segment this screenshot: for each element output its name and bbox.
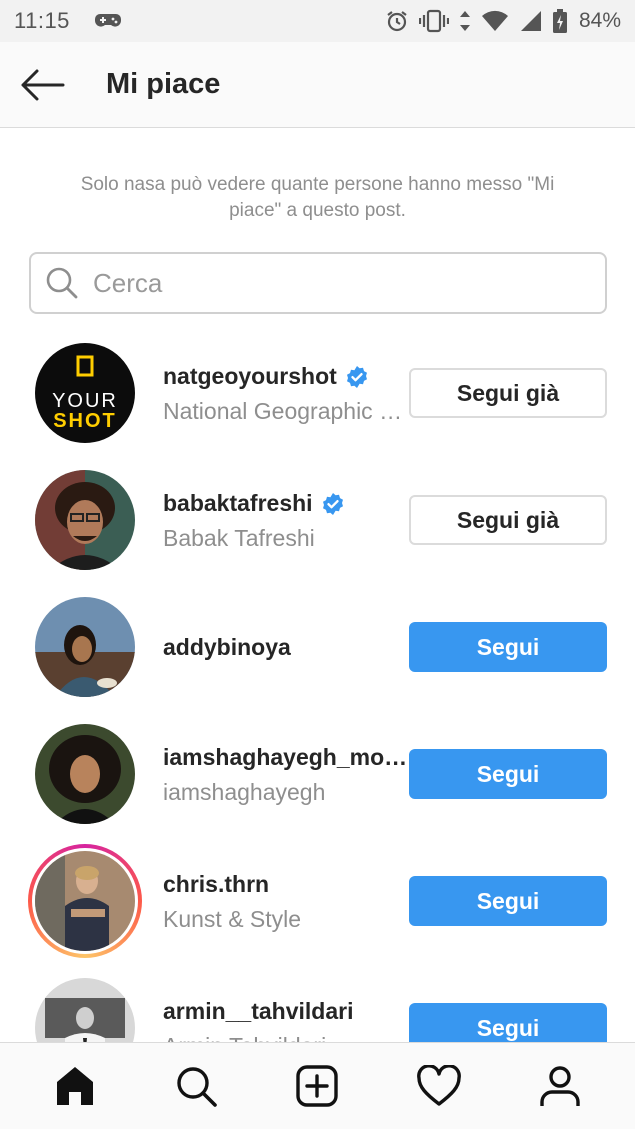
follow-button[interactable]: Segui xyxy=(409,749,607,799)
avatar[interactable] xyxy=(35,724,135,824)
add-post-icon xyxy=(296,1065,339,1107)
nav-new-post[interactable] xyxy=(277,1046,357,1126)
bottom-nav xyxy=(0,1042,635,1129)
svg-text:YOUR: YOUR xyxy=(52,390,118,412)
header: Mi piace xyxy=(0,42,635,128)
wifi-icon xyxy=(481,10,508,31)
search-input[interactable] xyxy=(93,267,573,299)
natgeo-yourshot-logo: YOUR SHOT xyxy=(35,343,135,443)
username[interactable]: addybinoya xyxy=(163,634,408,661)
battery-percent: 84% xyxy=(578,9,621,32)
likers-list: YOUR SHOT natgeoyourshot National Geogra… xyxy=(0,329,635,1042)
page-title: Mi piace xyxy=(106,68,221,100)
verified-badge-icon xyxy=(346,365,367,388)
list-item: babaktafreshi Babak Tafreshi Segui già xyxy=(0,456,635,583)
profile-photo xyxy=(35,597,135,697)
likes-privacy-notice: Solo nasa può vedere quante persone hann… xyxy=(80,174,555,221)
full-name: Kunst & Style xyxy=(163,906,302,932)
avatar[interactable] xyxy=(35,597,135,697)
full-name: National Geographic … xyxy=(163,398,403,424)
status-bar: 11:15 84% xyxy=(0,0,635,42)
follow-button[interactable]: Segui xyxy=(409,622,607,672)
nav-profile[interactable] xyxy=(520,1046,600,1126)
battery-icon xyxy=(552,9,567,33)
data-arrows-icon xyxy=(459,11,470,31)
username[interactable]: chris.thrn xyxy=(163,871,408,898)
avatar[interactable] xyxy=(35,851,135,951)
search-bar[interactable] xyxy=(29,252,607,314)
profile-icon xyxy=(540,1066,580,1106)
search-icon xyxy=(46,267,78,299)
heart-icon xyxy=(416,1065,461,1106)
nav-activity[interactable] xyxy=(399,1046,479,1126)
status-time: 11:15 xyxy=(14,8,70,33)
search-icon xyxy=(177,1067,217,1107)
list-item: YOUR SHOT natgeoyourshot National Geogra… xyxy=(0,329,635,456)
username[interactable]: iamshaghayegh_mo… xyxy=(163,744,408,771)
list-item: addybinoya Segui xyxy=(0,583,635,710)
full-name: iamshaghayegh xyxy=(163,779,326,805)
alarm-icon xyxy=(387,11,407,32)
vibrate-icon xyxy=(418,9,449,33)
back-button[interactable] xyxy=(0,42,84,128)
list-item: armin__tahvildari Armin Tahvildari Segui xyxy=(0,964,635,1042)
follow-button[interactable]: Segui xyxy=(409,876,607,926)
nav-search[interactable] xyxy=(156,1046,236,1126)
full-name: Babak Tafreshi xyxy=(163,525,315,551)
profile-photo xyxy=(35,851,135,951)
avatar[interactable] xyxy=(35,470,135,570)
home-icon xyxy=(56,1067,93,1105)
svg-text:SHOT: SHOT xyxy=(53,410,117,432)
profile-photo xyxy=(35,978,135,1042)
arrow-left-icon xyxy=(21,69,65,100)
profile-photo xyxy=(35,470,135,570)
username[interactable]: babaktafreshi xyxy=(163,490,408,517)
profile-photo xyxy=(35,724,135,824)
following-button[interactable]: Segui già xyxy=(409,495,607,545)
avatar[interactable]: YOUR SHOT xyxy=(35,343,135,443)
game-controller-icon xyxy=(94,14,121,27)
avatar[interactable] xyxy=(35,978,135,1042)
following-button[interactable]: Segui già xyxy=(409,368,607,418)
full-name: Armin Tahvildari xyxy=(163,1033,408,1042)
follow-button[interactable]: Segui xyxy=(409,1003,607,1042)
username[interactable]: armin__tahvildari xyxy=(163,998,408,1025)
list-item: iamshaghayegh_mo… iamshaghayegh Segui xyxy=(0,710,635,837)
nav-home[interactable] xyxy=(35,1046,115,1126)
verified-badge-icon xyxy=(322,492,343,515)
signal-icon xyxy=(520,11,541,31)
username[interactable]: natgeoyourshot xyxy=(163,363,408,390)
list-item: chris.thrn Kunst & Style Segui xyxy=(0,837,635,964)
